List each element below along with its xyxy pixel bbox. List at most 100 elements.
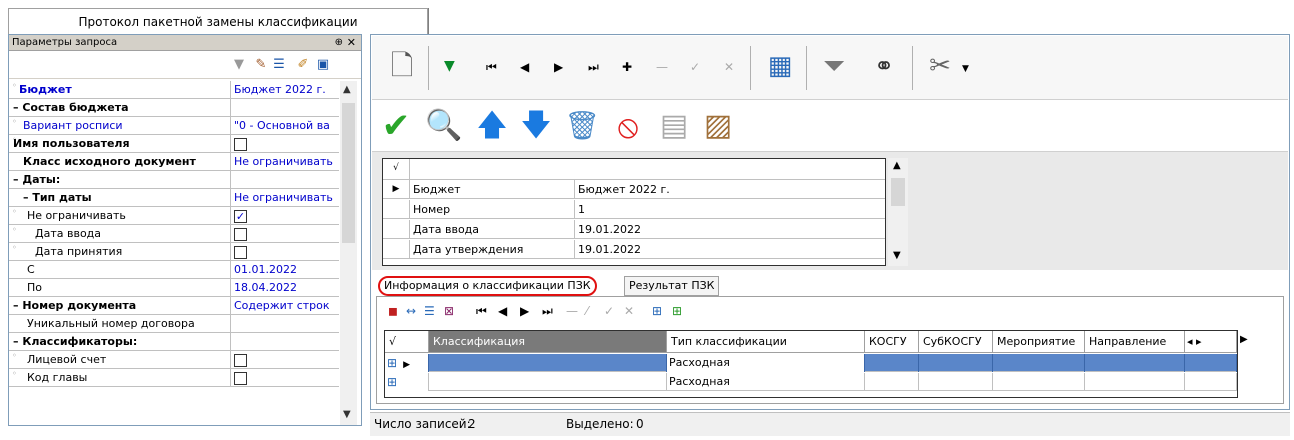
filter-icon[interactable]: ▼ — [231, 57, 247, 73]
table-cell[interactable] — [1185, 354, 1237, 372]
table-cell[interactable] — [1185, 373, 1237, 391]
tab-classification-info[interactable]: Информация о классификации ПЗК — [378, 276, 597, 296]
parameter-value[interactable] — [232, 135, 339, 153]
parameter-value[interactable]: 01.01.2022 — [232, 261, 339, 279]
dropdown-arrow-icon[interactable]: ▼ — [962, 64, 969, 74]
checkbox[interactable] — [234, 228, 247, 241]
field-value[interactable]: Бюджет 2022 г. — [576, 180, 885, 199]
table-cell[interactable] — [993, 373, 1085, 391]
column-header-type[interactable]: Тип классификации — [667, 331, 865, 353]
clear-filter-icon[interactable]: ⊠ — [444, 304, 454, 318]
checklist-icon[interactable]: ☰ — [424, 304, 435, 318]
parameter-row[interactable]: Уникальный номер договора — [9, 315, 339, 333]
table-cell[interactable] — [1085, 354, 1185, 372]
move-down-icon[interactable]: 🡇 — [516, 106, 556, 146]
expand-icon[interactable]: ⊞ — [652, 304, 662, 318]
form-row[interactable]: Дата утверждения 19.01.2022 — [383, 240, 885, 259]
expand-row-icon[interactable]: ⊞ — [387, 356, 397, 370]
stop-icon[interactable]: ⦸ — [608, 106, 648, 146]
table-cell[interactable] — [919, 354, 993, 372]
table-cell[interactable] — [1085, 373, 1185, 391]
tab-result[interactable]: Результат ПЗК — [624, 276, 720, 296]
parameter-row[interactable]: ◦ Лицевой счет — [9, 351, 339, 369]
parameter-row[interactable]: – Номер документа Содержит строк — [9, 297, 339, 315]
parameter-row[interactable]: – Классификаторы: — [9, 333, 339, 351]
list-icon[interactable]: ☰ — [271, 57, 287, 73]
prev-record-icon[interactable]: ◀ — [498, 304, 507, 318]
pin-icon[interactable]: ⊕ — [335, 35, 343, 50]
scroll-thumb[interactable] — [891, 178, 905, 206]
checkbox[interactable] — [234, 372, 247, 385]
prev-record-icon[interactable]: ◀ — [520, 60, 529, 74]
table-cell[interactable] — [993, 354, 1085, 372]
copy-icon[interactable]: ▤ — [654, 106, 694, 146]
add-record-icon[interactable]: ⊞ — [672, 304, 682, 318]
brush-icon[interactable]: ✎ — [253, 57, 269, 73]
move-up-icon[interactable]: 🡅 — [472, 106, 512, 146]
table-cell[interactable] — [429, 373, 667, 391]
delete-row-icon[interactable]: ◼ — [388, 304, 398, 318]
parameter-value[interactable] — [232, 333, 339, 351]
funnel-icon[interactable]: ⏷ — [814, 46, 854, 86]
save-icon[interactable]: ▣ — [315, 57, 331, 73]
parameter-value[interactable]: Не ограничивать — [232, 153, 339, 171]
checkbox[interactable] — [234, 138, 247, 151]
parameter-row[interactable]: ◦ Не ограничивать ✓ — [9, 207, 339, 225]
next-record-icon[interactable]: ▶ — [554, 60, 563, 74]
next-record-icon[interactable]: ▶ — [520, 304, 529, 318]
table-row[interactable]: ⊞ ▶ Расходная — [385, 354, 1237, 372]
last-record-icon[interactable]: ⏭ — [588, 60, 599, 75]
form-row[interactable]: Номер 1 — [383, 200, 885, 219]
field-value[interactable]: 1 — [576, 200, 885, 219]
close-icon[interactable]: ✕ — [347, 35, 356, 50]
parameter-value[interactable] — [232, 315, 339, 333]
parameter-value[interactable] — [232, 171, 339, 189]
parameter-value[interactable]: "0 - Основной ва — [232, 117, 339, 135]
table-row[interactable]: ⊞ Расходная — [385, 373, 1237, 391]
parameter-value[interactable] — [232, 99, 339, 117]
first-record-icon[interactable]: ⏮ — [486, 60, 497, 75]
field-value[interactable]: 19.01.2022 — [576, 240, 885, 259]
preview-icon[interactable]: 🔍 — [424, 106, 464, 146]
column-header-kosgu[interactable]: КОСГУ — [865, 331, 919, 353]
scroll-up-icon[interactable]: ▲ — [893, 160, 901, 171]
tools-icon[interactable]: ✂ — [920, 46, 960, 86]
document-tab[interactable]: Протокол пакетной замены классификации — [8, 8, 428, 34]
table-cell[interactable] — [429, 354, 667, 372]
field-value[interactable]: 19.01.2022 — [576, 220, 885, 239]
vertical-scrollbar[interactable]: ▲ ▼ — [340, 81, 357, 425]
scroll-down-icon[interactable]: ▼ — [343, 409, 351, 420]
parameter-row[interactable]: ◦ Дата ввода — [9, 225, 339, 243]
document-icon[interactable]: 🗋 — [382, 46, 422, 86]
parameter-row[interactable]: – Даты: — [9, 171, 339, 189]
calculator-icon[interactable]: ▦ — [760, 46, 800, 86]
parameter-row[interactable]: По 18.04.2022 — [9, 279, 339, 297]
column-header-direction[interactable]: Направление — [1085, 331, 1185, 353]
form-scrollbar[interactable]: ▲ ▼ — [888, 158, 908, 266]
column-header-event[interactable]: Мероприятие — [993, 331, 1085, 353]
table-cell[interactable] — [865, 373, 919, 391]
last-record-icon[interactable]: ⏭ — [542, 304, 553, 319]
parameter-value[interactable] — [232, 243, 339, 261]
parameter-row[interactable]: ◦ Имя пользователя — [9, 135, 339, 153]
binoculars-icon[interactable]: ⚭ — [864, 46, 904, 86]
scroll-up-icon[interactable]: ▲ — [343, 84, 351, 95]
column-header-subkosgu[interactable]: СубКОСГУ — [919, 331, 993, 353]
table-cell[interactable] — [865, 354, 919, 372]
archive-icon[interactable]: ▨ — [698, 106, 738, 146]
parameter-value[interactable] — [232, 369, 339, 387]
checkbox[interactable] — [234, 246, 247, 259]
table-cell[interactable]: Расходная — [667, 373, 865, 391]
parameter-row[interactable]: ◦ Бюджет Бюджет 2022 г. — [9, 81, 339, 99]
swap-icon[interactable]: ↔ — [406, 304, 416, 318]
approve-icon[interactable]: ✔ — [376, 106, 416, 146]
column-scroll[interactable]: ◂ ▸ — [1185, 331, 1237, 353]
parameter-row[interactable]: – Тип даты Не ограничивать — [9, 189, 339, 207]
parameter-row[interactable]: ◦ Вариант росписи "0 - Основной ва — [9, 117, 339, 135]
parameter-row[interactable]: Класс исходного документ Не ограничивать — [9, 153, 339, 171]
checkbox[interactable] — [234, 354, 247, 367]
column-header-classification[interactable]: Классификация — [429, 331, 667, 353]
recycle-bin-icon[interactable]: 🗑 — [562, 106, 602, 146]
parameter-value[interactable] — [232, 351, 339, 369]
grid-right-arrow-icon[interactable]: ▶ — [1240, 334, 1248, 345]
